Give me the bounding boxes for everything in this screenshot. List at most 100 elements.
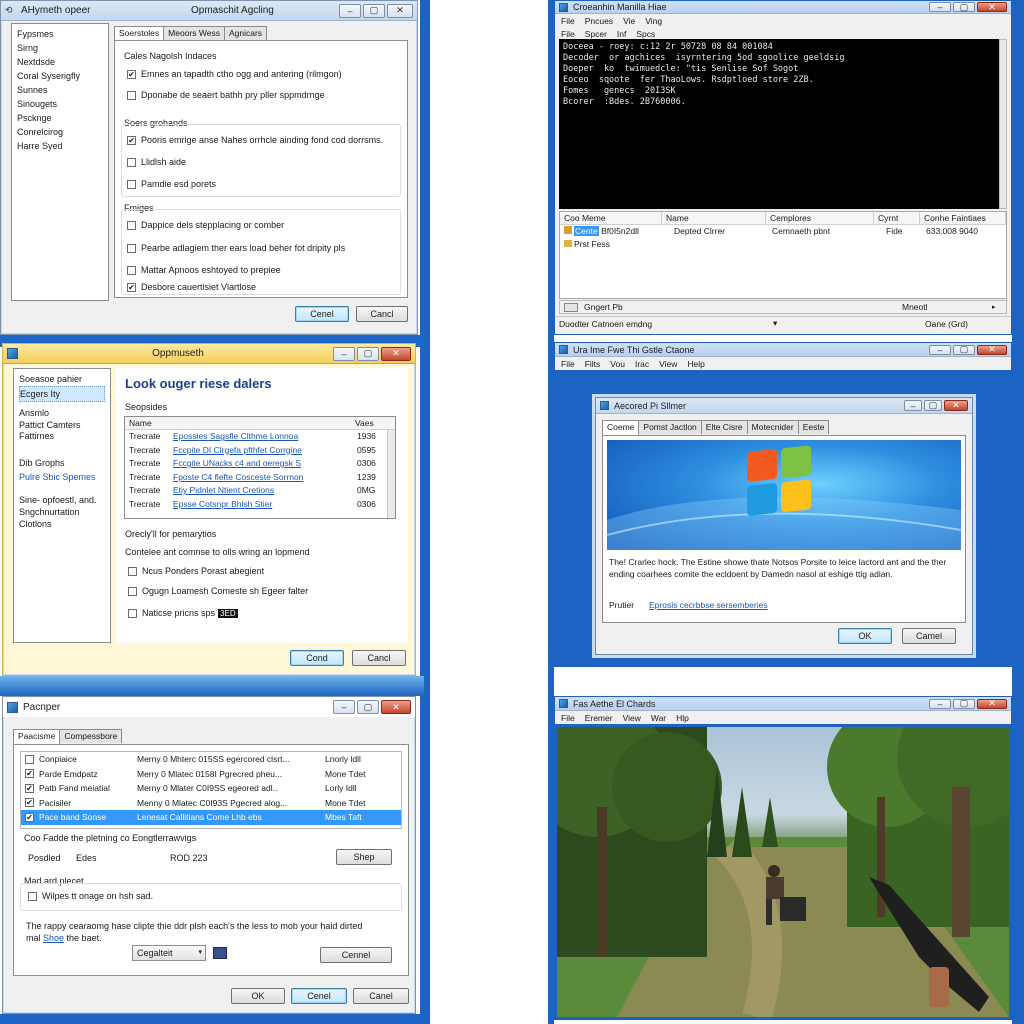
checkbox[interactable] (127, 220, 136, 230)
group2-option-2[interactable]: Llidlsh aide (127, 157, 186, 167)
sidebar-item[interactable]: Sngchnurtation (19, 506, 105, 518)
close-button[interactable]: ✕ (381, 700, 411, 714)
combo-box[interactable]: Cegalteit ▾ (132, 945, 206, 961)
table-row[interactable]: Parde Emdpatz Merry 0 Mlatec 0158I Pgrecr… (21, 767, 401, 782)
column-header[interactable]: Conhe Faintiaes (920, 212, 1006, 224)
table-row[interactable]: Prst Fess (560, 238, 1006, 251)
menu-2[interactable]: Filts (585, 359, 601, 369)
close-button[interactable]: ✕ (977, 2, 1007, 12)
close-button[interactable]: ✕ (381, 346, 411, 361)
list-row[interactable]: Trecrate Etiy Pidnlet Ntient Cretions 0MG (125, 484, 395, 498)
col-value[interactable]: Vaes (355, 417, 385, 429)
menu-help[interactable]: Help (687, 359, 704, 369)
menu-2[interactable]: Pncues (585, 16, 613, 26)
minimize-button[interactable]: – (929, 698, 951, 709)
scroll-thumb[interactable] (564, 302, 578, 312)
checkbox[interactable] (127, 90, 136, 100)
list-row[interactable]: Trecrate Fccpite DI Clrgefa pfthfet Corrg… (125, 444, 395, 458)
minimize-button[interactable]: – (929, 2, 951, 12)
group3-option-4[interactable]: Desbore cauertisiet Vlartlose (127, 282, 256, 292)
menu-file-2[interactable]: File (561, 29, 575, 39)
row-link[interactable]: Etiy Pidnlet Ntient Cretions (173, 484, 357, 498)
picker-icon[interactable] (213, 947, 227, 959)
tab-2[interactable]: Compessbore (59, 729, 123, 743)
sidebar-item[interactable]: Sunnes (17, 83, 103, 97)
maximize-button[interactable]: ▢ (363, 3, 385, 18)
tab-1[interactable]: Soerstoles (114, 26, 165, 41)
menu-4[interactable]: War (651, 713, 666, 723)
row-link[interactable]: Epossies Sagsfle Clthme Lonnoa (173, 430, 357, 444)
hscroll[interactable]: Gngert Pb Mneotl ▸ (559, 300, 1007, 314)
menu-4[interactable]: Irac (635, 359, 649, 369)
menu-view[interactable]: View (659, 359, 677, 369)
minimize-button[interactable]: – (333, 700, 355, 714)
column-header[interactable]: Cyrnt (874, 212, 920, 224)
console-scrollbar[interactable] (999, 39, 1007, 209)
tab-3[interactable]: Elte Cisre (700, 420, 748, 434)
menu-4b[interactable]: Spcs (636, 29, 655, 39)
cancel-button[interactable]: Cancl (356, 306, 408, 322)
menu-3[interactable]: Vou (610, 359, 625, 369)
ok-button[interactable]: Cenel (295, 306, 349, 322)
checkbox[interactable] (128, 566, 137, 576)
ok-button[interactable]: Cond (290, 650, 344, 666)
minimize-button[interactable]: – (339, 3, 361, 18)
tab-1[interactable]: Paacisme (13, 729, 61, 744)
table-row[interactable]: Cente Bf0I5n2dll Depted Clrrer Cemnaeth … (560, 225, 1006, 238)
sidebar-item[interactable]: Clotlons (19, 518, 105, 530)
close-button[interactable]: ✕ (977, 698, 1007, 709)
checkbox[interactable] (127, 179, 136, 189)
maximize-button[interactable]: ▢ (953, 698, 975, 709)
checkbox[interactable] (25, 812, 34, 822)
tab-3[interactable]: Agnicars (223, 26, 268, 40)
sidebar-item[interactable]: Harre Syed (17, 139, 103, 153)
maximize-button[interactable]: ▢ (357, 700, 379, 714)
group1-option-2[interactable]: Dponabe de seaert bathh pry pller sppmdr… (127, 90, 325, 100)
group2-option-3[interactable]: Pamdie esd porets (127, 179, 216, 189)
group3-option-3[interactable]: Mattar Apnoos eshtoyed to prepiee (127, 265, 281, 275)
settings-sidebar[interactable]: Soeasoe pahier Ecgers Ity Ansmlo Pattict… (13, 368, 111, 643)
ok-button[interactable]: OK (231, 988, 285, 1004)
row-link[interactable]: Fccpite DI Clrgefa pfthfet Corrgine (173, 444, 357, 458)
column-header[interactable]: Cemplores (766, 212, 874, 224)
menu-file[interactable]: File (561, 359, 575, 369)
col-name[interactable]: Name (125, 417, 355, 429)
list-row[interactable]: Trecrate Epossies Sagsfle Clthme Lonnoa 19… (125, 430, 395, 444)
group1-option-1[interactable]: Emnes an tapadth ctho ogg and antering (… (127, 69, 342, 79)
close-button[interactable]: ✕ (387, 3, 413, 18)
options-sidebar[interactable]: Fypsmes Sirng Nextdsde Coral Syserigfly … (11, 23, 109, 301)
menu-help[interactable]: Hlp (676, 713, 689, 723)
checkbox[interactable] (128, 608, 137, 618)
sidebar-item[interactable]: Sirng (17, 41, 103, 55)
sidebar-item[interactable]: Dib Grophs (19, 456, 105, 470)
menu-file[interactable]: File (561, 16, 575, 26)
option-1[interactable]: Ncus Ponders Porast abegient (128, 566, 264, 576)
game-viewport[interactable] (557, 727, 1009, 1017)
tab-1[interactable]: Coeme (602, 420, 640, 435)
list-row[interactable]: Trecrate Fposte C4 flefte Cosceste Sorrno… (125, 471, 395, 485)
checkbox[interactable] (28, 891, 37, 901)
maximize-button[interactable]: ▢ (953, 344, 975, 355)
menu-3[interactable]: Vie (623, 16, 635, 26)
close-button[interactable]: ✕ (977, 344, 1007, 355)
table-row[interactable]: Pace band Sonse Lenesat Callitians Come L… (21, 810, 401, 825)
checkbox[interactable] (127, 135, 136, 145)
maximize-button[interactable]: ▢ (953, 2, 975, 12)
group2-option-1[interactable]: Pooris emrige anse Nahes orrhcle ainding… (127, 135, 383, 145)
file-list[interactable]: Name Vaes Trecrate Epossies Sagsfle Clthm… (124, 416, 396, 519)
group3-option-1[interactable]: Dappice dels stepplacing or comber (127, 220, 284, 230)
sidebar-item[interactable]: Coral Syserigfly (17, 69, 103, 83)
menu-view[interactable]: View (623, 713, 641, 723)
process-table[interactable]: Coo Meme Name Cemplores Cyrnt Conhe Faintiae… (559, 211, 1007, 299)
sidebar-item[interactable]: Soeasoe pahier (19, 372, 105, 386)
column-header[interactable]: Coo Meme (560, 212, 662, 224)
menu-4[interactable]: Ving (645, 16, 662, 26)
column-header[interactable]: Name (662, 212, 766, 224)
row-link[interactable]: Fposte C4 flefte Cosceste Sorrnon (173, 471, 357, 485)
connel-button[interactable]: Cennel (320, 947, 392, 963)
scroll-right-icon[interactable]: ▸ (992, 303, 996, 311)
dialog-minimize-button[interactable]: – (904, 400, 922, 411)
table-row[interactable]: Patb Fand meiatial Merny 0 Mlater C0I9SS … (21, 781, 401, 796)
list-row[interactable]: Trecrate Epsse Cotsnpr Bhlsh Stier 0306 (125, 498, 395, 512)
option-3[interactable]: Naticse pricns sps 3ED (128, 608, 238, 618)
